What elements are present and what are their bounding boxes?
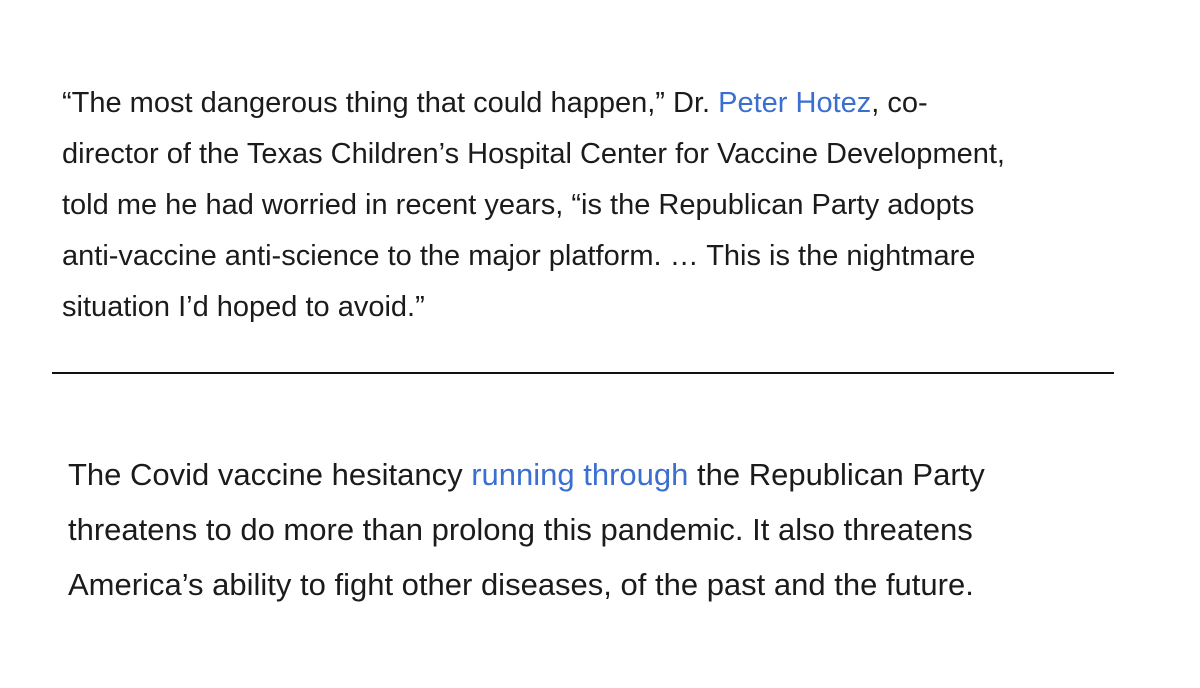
quote-line-1-start: “The most dangerous thing that could hap… (62, 87, 719, 119)
body-paragraph: The Covid vaccine hesitancy running thro… (68, 447, 1168, 612)
body-line-2: threatens to do more than prolong this p… (68, 512, 973, 547)
quote-line-1: “The most dangerous thing that could hap… (62, 78, 1142, 129)
quote-line-4: anti-vaccine anti-science to the major p… (62, 240, 976, 272)
running-through-link[interactable]: running through (471, 457, 688, 492)
quote-line-2: director of the Texas Children’s Hospita… (62, 138, 1005, 170)
body-line-3: America’s ability to fight other disease… (68, 567, 974, 602)
quote-line-3: told me he had worried in recent years, … (62, 189, 975, 221)
quote-line-1-end: , co- (871, 87, 928, 119)
section-divider (52, 372, 1114, 374)
peter-hotez-link[interactable]: Peter Hotez (718, 87, 871, 119)
body-line-1-start: The Covid vaccine hesitancy (68, 457, 472, 492)
quote-line-5: situation I’d hoped to avoid.” (62, 291, 425, 323)
quote-paragraph: “The most dangerous thing that could hap… (62, 78, 1142, 333)
body-line-1: The Covid vaccine hesitancy running thro… (68, 447, 1168, 502)
body-line-1-end: the Republican Party (688, 457, 985, 492)
